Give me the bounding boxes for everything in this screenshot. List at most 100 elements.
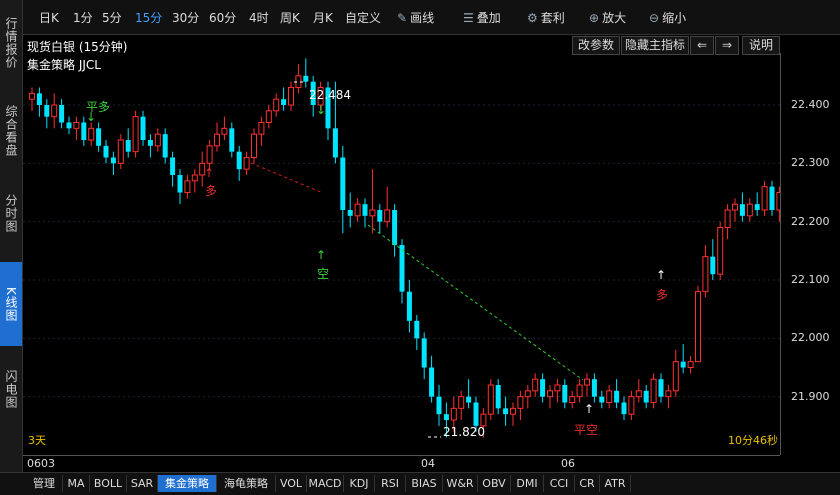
toolbar-button[interactable]: ⚙ 套利 xyxy=(527,9,565,26)
tool-icon: ⊕ xyxy=(589,11,600,25)
low-price-label: 21.820 xyxy=(443,425,485,439)
toolbar-button[interactable]: ✎ 画线 xyxy=(397,9,434,26)
sidebar-item[interactable]: K线图 xyxy=(0,262,22,346)
up-arrow-icon: ↑ xyxy=(584,402,595,416)
candle-body xyxy=(103,145,109,158)
indicator-tab[interactable]: ATR xyxy=(600,475,631,492)
indicator-tab[interactable]: 集金策略 xyxy=(158,475,217,492)
tool-label: 放大 xyxy=(602,11,627,25)
indicator-tab[interactable]: MACD xyxy=(307,475,344,492)
period-tab[interactable]: 60分 xyxy=(209,9,236,26)
candle-body xyxy=(547,390,553,398)
candle-body xyxy=(429,367,435,397)
time-axis: 0603 04 06 xyxy=(23,455,780,472)
x-tick-label: 06 xyxy=(561,457,575,470)
candle-body xyxy=(406,291,412,321)
candle-body xyxy=(214,133,220,147)
candle-body xyxy=(584,378,590,386)
candle-body xyxy=(643,390,649,403)
indicator-tab[interactable]: SAR xyxy=(127,475,158,492)
candle-body xyxy=(332,128,338,158)
candle-body xyxy=(732,203,738,211)
candle-body xyxy=(443,414,449,420)
toolbar: 日K 1分 5分 15分 30分 60分 4时 周K 月K 自定义 ✎ 画线 ☰ 叠加 ⚙ 套利 ⊕ 放大 ⊖ 缩小 xyxy=(23,0,840,35)
period-tab[interactable]: 月K xyxy=(313,9,333,26)
candle-body xyxy=(436,396,442,415)
candlestick-chart[interactable] xyxy=(23,35,780,455)
candle-body xyxy=(221,127,228,135)
sidebar-item[interactable]: 行情报价 xyxy=(0,14,22,72)
candle-body xyxy=(125,140,131,152)
down-arrow-icon: ↓ xyxy=(316,103,327,117)
candle-body xyxy=(658,379,664,397)
period-tab[interactable]: 日K xyxy=(39,9,59,26)
toolbar-button[interactable]: ☰ 叠加 xyxy=(463,9,501,26)
candle-body xyxy=(746,203,753,217)
candle-body xyxy=(562,385,568,403)
indicator-tab[interactable]: KDJ xyxy=(344,475,375,492)
candle-body xyxy=(739,204,745,216)
candle-body xyxy=(495,385,501,409)
candle-body xyxy=(59,105,65,123)
candle-body xyxy=(421,338,427,368)
indicator-tab[interactable]: VOL xyxy=(276,475,307,492)
candle-body xyxy=(554,384,561,392)
candle-body xyxy=(614,390,620,403)
candle-body xyxy=(44,105,50,117)
sidebar-item[interactable]: 闪电图 xyxy=(0,366,22,412)
indicator-tab[interactable]: OBV xyxy=(478,475,511,492)
period-tab[interactable]: 周K xyxy=(280,9,300,26)
candle-body xyxy=(399,245,405,292)
period-tab[interactable]: 4时 xyxy=(249,9,269,26)
candle-body xyxy=(717,227,724,275)
candle-body xyxy=(288,87,294,106)
candle-body xyxy=(170,157,176,175)
candle-body xyxy=(524,390,531,398)
indicator-tab[interactable]: W&R xyxy=(443,475,478,492)
candle-body xyxy=(251,133,257,158)
indicator-tab[interactable]: MA xyxy=(63,475,90,492)
indicator-tab[interactable]: BOLL xyxy=(90,475,127,492)
candle-body xyxy=(258,122,265,135)
indicator-tab[interactable]: CR xyxy=(575,475,600,492)
period-tab[interactable]: 5分 xyxy=(102,9,122,26)
x-tick-label: 04 xyxy=(421,457,435,470)
candle-body xyxy=(680,361,686,368)
toolbar-button[interactable]: ⊖ 缩小 xyxy=(649,9,686,26)
indicator-tab[interactable]: DMI xyxy=(511,475,544,492)
candle-body xyxy=(273,98,280,112)
period-tab[interactable]: 15分 xyxy=(135,9,162,26)
period-tab[interactable]: 1分 xyxy=(73,9,93,26)
period-tab[interactable]: 30分 xyxy=(172,9,199,26)
sidebar-item[interactable]: 综合看盘 xyxy=(0,100,22,162)
tool-label: 缩小 xyxy=(662,11,687,25)
period-label: 3天 xyxy=(28,434,46,447)
period-tab[interactable]: 自定义 xyxy=(345,9,381,26)
candle-body xyxy=(466,396,472,403)
indicator-tab[interactable]: 海龟策略 xyxy=(217,475,276,492)
down-arrow-icon: ↓ xyxy=(86,110,97,124)
candle-body xyxy=(621,402,627,415)
tool-label: 叠加 xyxy=(476,11,501,25)
candle-body xyxy=(628,396,635,415)
candle-body xyxy=(229,128,235,152)
indicator-tab[interactable]: RSI xyxy=(375,475,406,492)
indicator-tab[interactable]: CCI xyxy=(544,475,575,492)
long-label-2: 多 xyxy=(656,288,669,302)
indicator-tab[interactable]: BIAS xyxy=(406,475,443,492)
candle-body xyxy=(392,210,398,245)
toolbar-button[interactable]: ⊕ 放大 xyxy=(589,9,626,26)
candle-body xyxy=(414,320,420,339)
price-tick-label: 21.900 xyxy=(791,389,830,403)
candle-body xyxy=(450,407,457,421)
flat-short-label: 平空 xyxy=(574,423,599,437)
indicator-tab[interactable]: 管理 xyxy=(26,475,63,492)
candle-body xyxy=(569,396,576,403)
candle-body xyxy=(147,140,153,146)
candle-body xyxy=(710,256,716,275)
sidebar-item[interactable]: 分时图 xyxy=(0,190,22,236)
tool-icon: ✎ xyxy=(397,11,408,25)
candle-body xyxy=(96,128,102,146)
tool-icon: ⚙ xyxy=(527,11,538,25)
up-arrow-icon: ↑ xyxy=(316,248,327,262)
